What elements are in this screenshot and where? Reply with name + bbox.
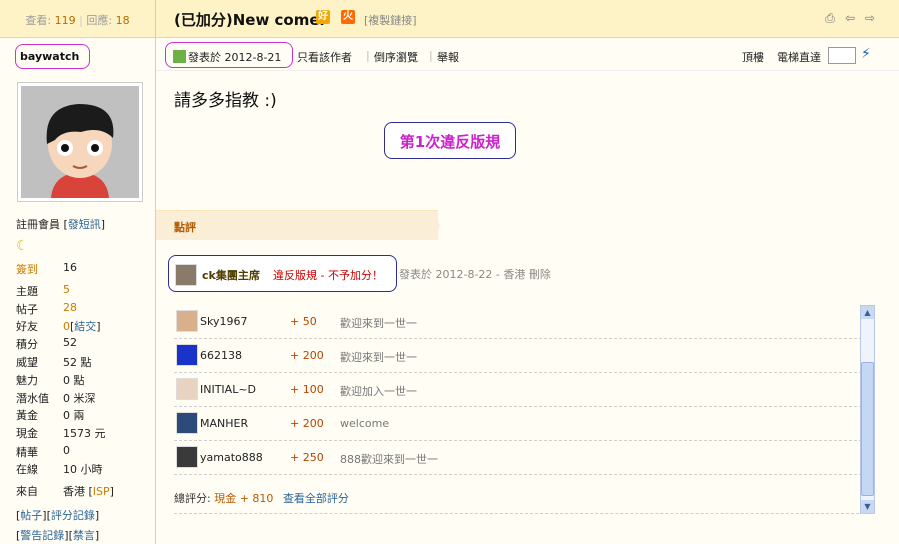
rating-message: 歡迎來到一世一 (340, 351, 417, 364)
rater-avatar[interactable] (176, 412, 198, 434)
rating-points: + 100 (290, 383, 324, 396)
author-sidebar: baywatch 註冊會員 [發短訊] ☾ 簽到 16 主題 5 帖子 28 好友 0[… (0, 38, 156, 544)
stat-checkin: 簽到 16 (16, 261, 77, 276)
rating-row: 662138 + 200 歡迎來到一世一 (174, 339, 862, 373)
ratings-list: Sky1967 + 50 歡迎來到一世一 662138 + 200 歡迎來到一世… (174, 305, 862, 511)
avatar-image (21, 86, 139, 198)
views-count: 119 (54, 14, 76, 27)
isp-link[interactable]: ISP (93, 485, 110, 498)
rater-name[interactable]: 662138 (200, 349, 242, 362)
group-label: 註冊會員 (16, 218, 60, 231)
separator: | (366, 49, 370, 62)
violation-notice: 第1次違反版規 (384, 122, 516, 159)
scroll-down-icon[interactable]: ▼ (861, 500, 874, 513)
stat-essence: 精華 0 (16, 444, 70, 459)
rating-row: Sky1967 + 50 歡迎來到一世一 (174, 305, 862, 339)
stat-cash: 現金 1573 元 (16, 427, 106, 440)
rater-avatar[interactable] (176, 344, 198, 366)
moderator-comment: ck集團主席 違反版規 - 不予加分！ (168, 255, 397, 292)
author-username[interactable]: baywatch (15, 44, 90, 69)
replies-count: 18 (115, 14, 130, 27)
reverse-order-link[interactable]: 倒序瀏覽 (374, 49, 418, 65)
go-wand-icon[interactable]: ⚡ (861, 46, 871, 62)
rating-total: 總評分: 現金 + 810 查看全部評分 (174, 492, 349, 505)
posts-link[interactable]: 帖子 (20, 509, 42, 522)
rater-avatar[interactable] (176, 378, 198, 400)
rater-name[interactable]: yamato888 (200, 451, 263, 464)
warning-log-link[interactable]: 警告記錄 (20, 529, 64, 542)
stat-friends: 好友 0[結交] (16, 320, 101, 333)
floor-jump-input[interactable] (828, 47, 856, 64)
report-link[interactable]: 舉報 (437, 49, 459, 65)
header-tools: ⎙ ⇦ ⇨ (823, 12, 877, 25)
post-toolbar: 發表於 2012-8-21 只看該作者 | 倒序瀏覽 | 舉報 頂樓 電梯直達 … (156, 38, 899, 71)
rating-message: welcome (340, 417, 390, 430)
stat-points: 積分 52 (16, 336, 77, 351)
stat-charm: 魅力 0 點 (16, 374, 85, 387)
elevator-label: 電梯直達 (777, 51, 821, 64)
thread-title: (已加分)New comer (174, 11, 327, 29)
avatar[interactable] (17, 82, 143, 202)
rater-name[interactable]: INITIAL~D (200, 383, 256, 396)
prev-icon[interactable]: ⇦ (843, 12, 857, 25)
rating-row: yamato888 + 250 888歡迎來到一世一 (174, 441, 862, 475)
rating-points: + 200 (290, 417, 324, 430)
scroll-up-icon[interactable]: ▲ (861, 306, 874, 319)
copy-link-button[interactable]: [複製鏈接] (364, 12, 417, 28)
moderator-name[interactable]: ck集團主席 (202, 267, 260, 283)
divider (174, 513, 874, 514)
rater-avatar[interactable] (176, 446, 198, 468)
moderator-reason: 違反版規 - 不予加分！ (273, 269, 383, 282)
member-group: 註冊會員 [發短訊] (16, 218, 106, 231)
rater-avatar[interactable] (176, 310, 198, 332)
post-date: 發表於 2012-8-21 (165, 42, 293, 68)
rating-message: 歡迎加入一世一 (340, 385, 417, 398)
hot-badge-icon: 火 (341, 10, 355, 24)
stat-online: 在線 10 小時 (16, 463, 103, 476)
views-label: 查看: (25, 14, 52, 27)
post-content: 請多多指教 :) (174, 91, 277, 111)
add-friend-link[interactable]: 結交 (74, 320, 96, 333)
rating-row: MANHER + 200 welcome (174, 407, 862, 441)
stat-from: 來自 香港 [ISP] (16, 485, 114, 498)
next-icon[interactable]: ⇨ (863, 12, 877, 25)
thread-header: 查看: 119 | 回應: 18 (已加分)New comer 好 火 [複製鏈… (0, 0, 899, 38)
send-message-link[interactable]: 發短訊 (68, 218, 101, 231)
rating-log-link[interactable]: 評分記錄 (51, 509, 95, 522)
rating-row: INITIAL~D + 100 歡迎加入一世一 (174, 373, 862, 407)
rating-points: + 50 (290, 315, 317, 328)
rating-message: 歡迎來到一世一 (340, 317, 417, 330)
moderator-meta: 發表於 2012-8-22 - 香港 刪除 (399, 268, 551, 281)
stat-posts: 帖子 28 (16, 301, 77, 316)
author-links-row2: [警告記錄][禁言] (16, 529, 100, 542)
thread-stats: 查看: 119 | 回應: 18 (0, 0, 156, 38)
post-body: 請多多指教 :) 第1次違反版規 點評 ck集團主席 違反版規 - 不予加分！ … (156, 72, 899, 544)
scroll-thumb[interactable] (861, 362, 874, 496)
online-status-icon (173, 50, 186, 63)
rater-name[interactable]: MANHER (200, 417, 248, 430)
moderator-avatar[interactable] (175, 264, 197, 286)
ban-link[interactable]: 禁言 (73, 529, 95, 542)
comment-tab: 點評 (156, 210, 440, 241)
rating-message: 888歡迎來到一世一 (340, 453, 438, 466)
view-all-ratings-link[interactable]: 查看全部評分 (283, 492, 349, 505)
stat-topics: 主題 5 (16, 283, 70, 298)
printer-icon[interactable]: ⎙ (823, 12, 837, 25)
good-badge-icon: 好 (316, 10, 330, 24)
stat-dive: 潛水值 0 米深 (16, 392, 96, 405)
separator: | (429, 49, 433, 62)
rater-name[interactable]: Sky1967 (200, 315, 247, 328)
ratings-scrollbar[interactable]: ▲ ▼ (860, 305, 875, 514)
only-author-link[interactable]: 只看該作者 (297, 49, 352, 65)
moon-icon: ☾ (16, 238, 29, 254)
author-links-row1: [帖子][評分記錄] (16, 509, 100, 522)
rating-points: + 250 (290, 451, 324, 464)
stat-prestige: 威望 52 點 (16, 356, 92, 369)
replies-label: 回應: (86, 14, 113, 27)
stat-gold: 黃金 0 兩 (16, 409, 85, 422)
rating-points: + 200 (290, 349, 324, 362)
top-floor-link[interactable]: 頂樓 (742, 49, 764, 65)
total-value: 現金 + 810 (214, 492, 274, 505)
